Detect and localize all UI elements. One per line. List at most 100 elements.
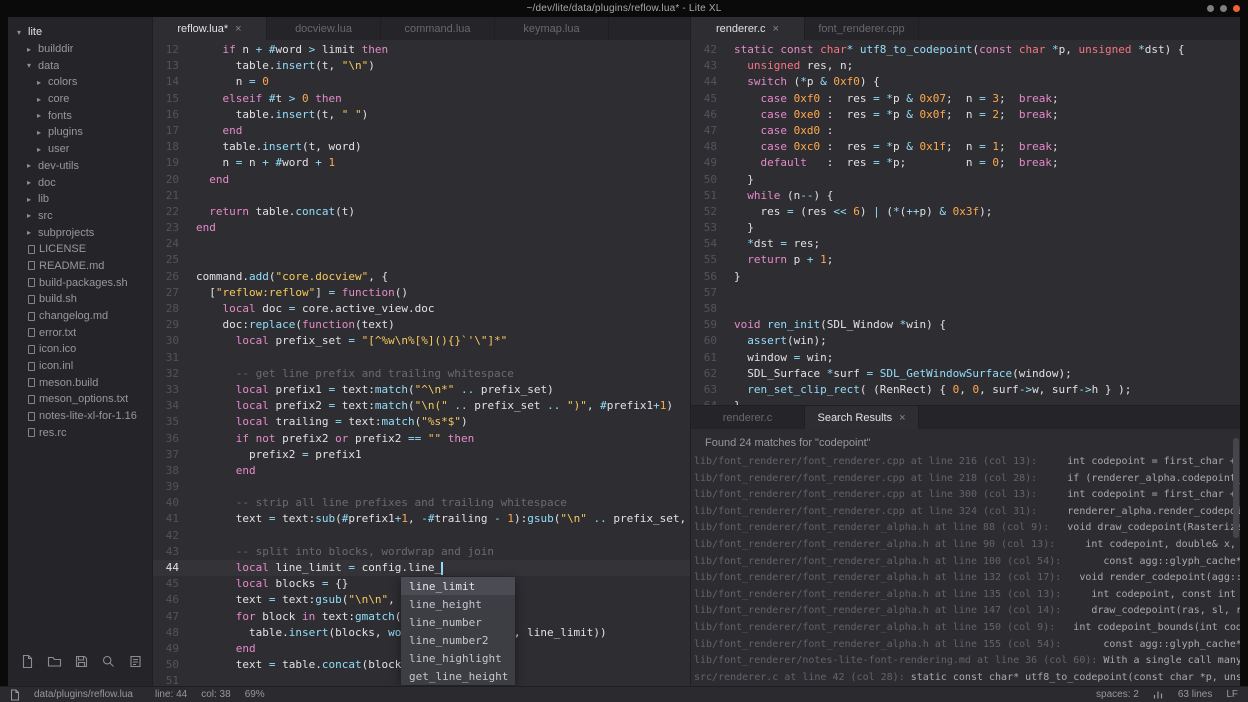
code-line-37[interactable]: 37 prefix2 = prefix1 [153,447,690,463]
open-folder-icon[interactable] [47,654,62,669]
tree-item-fonts[interactable]: ▸ fonts [8,107,152,124]
tree-item-builddir[interactable]: ▸ builddir [8,41,152,58]
code-line-59[interactable]: 59 void ren_init(SDL_Window *win) { [691,317,1240,333]
code-line-63[interactable]: 63 ren_set_clip_rect( (RenRect) { 0, 0, … [691,382,1240,398]
close-button[interactable] [1233,5,1240,12]
tree-item-res-rc[interactable]: res.rc [8,425,152,442]
code-line-42[interactable]: 42 static const char* utf8_to_codepoint(c… [691,42,1240,58]
tree-item-src[interactable]: ▸ src [8,208,152,225]
search-result-row[interactable]: lib/font_renderer/font_renderer_alpha.h … [691,554,1240,571]
code-line-34[interactable]: 34 local prefix2 = text:match("\n(" .. p… [153,398,690,414]
code-line-26[interactable]: 26 command.add("core.docview", { [153,269,690,285]
log-icon[interactable] [128,654,143,669]
tree-item-changelog-md[interactable]: changelog.md [8,308,152,325]
tab-close-icon[interactable]: × [899,412,905,424]
tree-item-colors[interactable]: ▸ colors [8,74,152,91]
tree-item-notes-lite-xl-for-1-16[interactable]: notes-lite-xl-for-1.16 [8,408,152,425]
search-result-row[interactable]: lib/font_renderer/font_renderer_alpha.h … [691,620,1240,637]
search-result-row[interactable]: src/renderer.c at line 42 (col 28): stat… [691,670,1240,686]
autocomplete-item-line-number[interactable]: line_number [401,613,515,631]
code-line-17[interactable]: 17 end [153,123,690,139]
code-line-31[interactable]: 31 [153,350,690,366]
search-result-row[interactable]: lib/font_renderer/font_renderer_alpha.h … [691,537,1240,554]
search-result-row[interactable]: lib/font_renderer/font_renderer_alpha.h … [691,637,1240,654]
tree-item-icon-inl[interactable]: icon.inl [8,358,152,375]
code-line-54[interactable]: 54 *dst = res; [691,236,1240,252]
tab-search-results[interactable]: Search Results × [805,406,919,429]
code-line-55[interactable]: 55 return p + 1; [691,252,1240,268]
tab-command-lua[interactable]: command.lua [381,17,495,40]
autocomplete-item-line-limit[interactable]: line_limit [401,577,515,595]
tree-item-lib[interactable]: ▸ lib [8,191,152,208]
code-line-25[interactable]: 25 [153,252,690,268]
code-line-13[interactable]: 13 table.insert(t, "\n") [153,58,690,74]
tab-close-icon[interactable]: × [235,23,241,35]
search-result-row[interactable]: lib/font_renderer/font_renderer.cpp at l… [691,504,1240,521]
autocomplete-item-line-highlight[interactable]: line_highlight [401,649,515,667]
code-line-14[interactable]: 14 n = 0 [153,74,690,90]
code-line-39[interactable]: 39 [153,479,690,495]
code-line-18[interactable]: 18 table.insert(t, word) [153,139,690,155]
code-line-61[interactable]: 61 window = win; [691,350,1240,366]
code-line-45[interactable]: 45 case 0xf0 : res = *p & 0x07; n = 3; b… [691,91,1240,107]
code-line-32[interactable]: 32 -- get line prefix and trailing white… [153,366,690,382]
save-icon[interactable] [74,654,89,669]
code-line-29[interactable]: 29 doc:replace(function(text) [153,317,690,333]
code-line-52[interactable]: 52 res = (res << 6) | (*(++p) & 0x3f); [691,204,1240,220]
code-line-48[interactable]: 48 case 0xc0 : res = *p & 0x1f; n = 1; b… [691,139,1240,155]
code-line-35[interactable]: 35 local trailing = text:match("%s*$") [153,414,690,430]
tree-item-license[interactable]: LICENSE [8,241,152,258]
autocomplete-item-line-number2[interactable]: line_number2 [401,631,515,649]
search-result-row[interactable]: lib/font_renderer/notes-lite-font-render… [691,653,1240,670]
tree-item-subprojects[interactable]: ▸ subprojects [8,224,152,241]
tree-item-build-sh[interactable]: build.sh [8,291,152,308]
code-line-40[interactable]: 40 -- strip all line prefixes and traili… [153,495,690,511]
code-line-43[interactable]: 43 unsigned res, n; [691,58,1240,74]
tree-item-user[interactable]: ▸ user [8,141,152,158]
code-line-33[interactable]: 33 local prefix1 = text:match("^\n*" .. … [153,382,690,398]
code-line-19[interactable]: 19 n = n + #word + 1 [153,155,690,171]
code-line-53[interactable]: 53 } [691,220,1240,236]
code-line-20[interactable]: 20 end [153,172,690,188]
tree-item-data[interactable]: ▾ data [8,57,152,74]
code-line-44[interactable]: 44 switch (*p & 0xf0) { [691,74,1240,90]
tree-item-error-txt[interactable]: error.txt [8,324,152,341]
minimize-button[interactable] [1207,5,1214,12]
right-editor[interactable]: 42 static const char* utf8_to_codepoint(c… [691,40,1240,405]
tree-item-dev-utils[interactable]: ▸ dev-utils [8,158,152,175]
tree-item-readme-md[interactable]: README.md [8,258,152,275]
code-line-22[interactable]: 22 return table.concat(t) [153,204,690,220]
maximize-button[interactable] [1220,5,1227,12]
search-result-row[interactable]: lib/font_renderer/font_renderer_alpha.h … [691,587,1240,604]
code-line-16[interactable]: 16 table.insert(t, " ") [153,107,690,123]
tab-renderer-c[interactable]: renderer.c [691,406,805,429]
scrollbar-thumb[interactable] [1233,438,1239,538]
code-line-51[interactable]: 51 while (n--) { [691,188,1240,204]
tab-font-renderer-cpp[interactable]: font_renderer.cpp [805,17,919,40]
tree-item-lite[interactable]: ▾ lite [8,24,152,41]
tab-keymap-lua[interactable]: keymap.lua [495,17,609,40]
search-result-row[interactable]: lib/font_renderer/font_renderer_alpha.h … [691,603,1240,620]
code-line-23[interactable]: 23 end [153,220,690,236]
code-line-36[interactable]: 36 if not prefix2 or prefix2 == "" then [153,431,690,447]
tree-item-meson-build[interactable]: meson.build [8,374,152,391]
code-line-50[interactable]: 50 } [691,172,1240,188]
code-line-30[interactable]: 30 local prefix_set = "[^%w\n%[%](){}`'\… [153,333,690,349]
autocomplete-item-line-height[interactable]: line_height [401,595,515,613]
code-line-58[interactable]: 58 [691,301,1240,317]
code-line-57[interactable]: 57 [691,285,1240,301]
code-line-47[interactable]: 47 case 0xd0 : [691,123,1240,139]
tree-item-build-packages-sh[interactable]: build-packages.sh [8,274,152,291]
code-line-12[interactable]: 12 if n + #word > limit then [153,42,690,58]
tab-renderer-c[interactable]: renderer.c × [691,17,805,40]
search-icon[interactable] [101,654,116,669]
search-result-row[interactable]: lib/font_renderer/font_renderer_alpha.h … [691,520,1240,537]
search-result-row[interactable]: lib/font_renderer/font_renderer.cpp at l… [691,471,1240,488]
code-line-46[interactable]: 46 case 0xe0 : res = *p & 0x0f; n = 2; b… [691,107,1240,123]
code-line-64[interactable]: 64} [691,398,1240,405]
code-line-49[interactable]: 49 default : res = *p; n = 0; break; [691,155,1240,171]
tab-docview-lua[interactable]: docview.lua [267,17,381,40]
tab-reflow-lua[interactable]: reflow.lua* × [153,17,267,40]
code-line-28[interactable]: 28 local doc = core.active_view.doc [153,301,690,317]
code-line-27[interactable]: 27 ["reflow:reflow"] = function() [153,285,690,301]
